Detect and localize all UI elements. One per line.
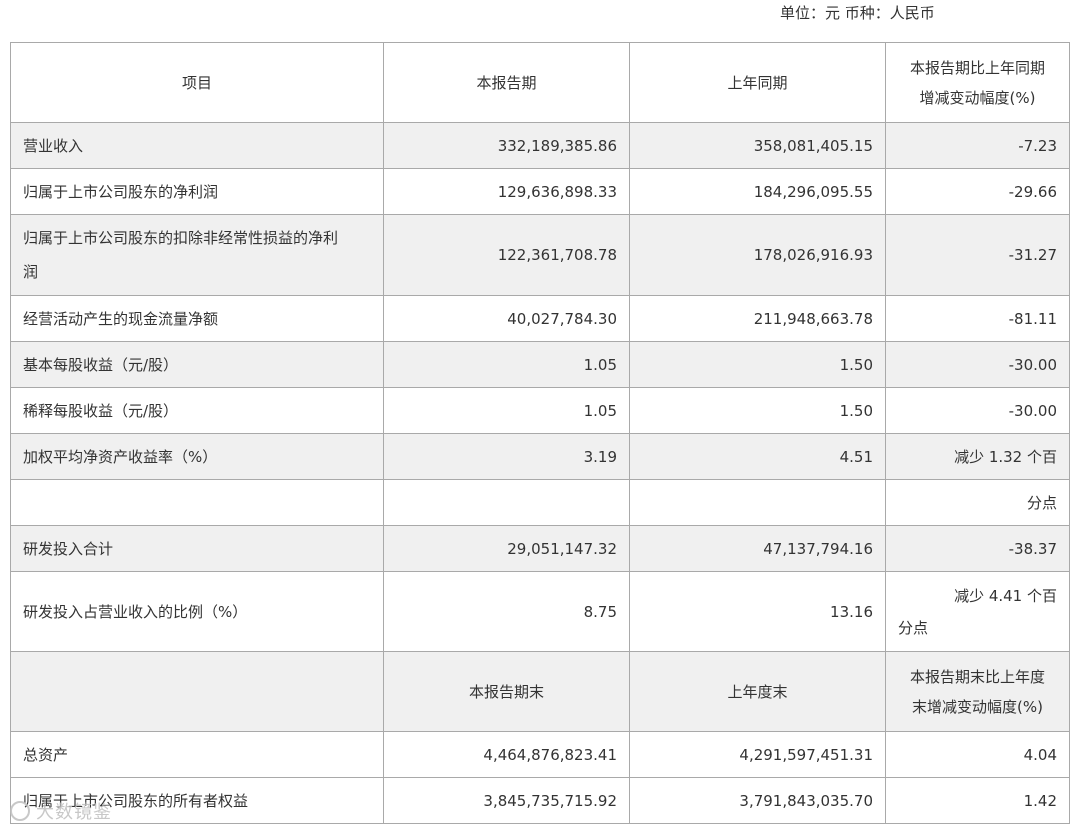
cell-prior: 3,791,843,035.70	[629, 777, 886, 824]
cell-change: -29.66	[885, 168, 1070, 215]
header-prior-period: 上年同期	[629, 42, 886, 123]
table-subheader-row: 本报告期末 上年度末 本报告期末比上年度 末增减变动幅度(%)	[10, 651, 1070, 732]
cell-current: 129,636,898.33	[383, 168, 630, 215]
subheader-item	[10, 651, 384, 732]
row-label: 稀释每股收益（元/股）	[10, 387, 384, 434]
table-row: 稀释每股收益（元/股） 1.05 1.50 -30.00	[10, 387, 1070, 434]
cell-prior: 211,948,663.78	[629, 295, 886, 342]
header-change: 本报告期比上年同期 增减变动幅度(%)	[885, 42, 1070, 123]
cell-current: 1.05	[383, 387, 630, 434]
cell-current: 332,189,385.86	[383, 122, 630, 169]
cell-current: 3,845,735,715.92	[383, 777, 630, 824]
header-item: 项目	[10, 42, 384, 123]
cell-change: -30.00	[885, 341, 1070, 388]
table-row: 研发投入占营业收入的比例（%） 8.75 13.16 减少 4.41 个百 分点	[10, 571, 1070, 652]
row-label: 基本每股收益（元/股）	[10, 341, 384, 388]
cell-change-continuation: 分点	[885, 479, 1070, 526]
table-row: 基本每股收益（元/股） 1.05 1.50 -30.00	[10, 341, 1070, 388]
financial-data-table: 项目 本报告期 上年同期 本报告期比上年同期 增减变动幅度(%) 营业收入 33…	[10, 42, 1070, 824]
row-label: 研发投入占营业收入的比例（%）	[10, 571, 384, 652]
row-label: 加权平均净资产收益率（%）	[10, 433, 384, 480]
cell-change: -31.27	[885, 214, 1070, 296]
table-row: 归属于上市公司股东的净利润 129,636,898.33 184,296,095…	[10, 168, 1070, 215]
cell-change: 减少 1.32 个百	[885, 433, 1070, 480]
empty-cell	[10, 479, 384, 526]
cell-change-line1: 减少 4.41 个百	[954, 586, 1057, 605]
table-row: 总资产 4,464,876,823.41 4,291,597,451.31 4.…	[10, 731, 1070, 778]
row-label-line1: 归属于上市公司股东的扣除非经常性损益的净利	[23, 229, 339, 247]
cell-current: 40,027,784.30	[383, 295, 630, 342]
cell-change: -7.23	[885, 122, 1070, 169]
row-label: 归属于上市公司股东的扣除非经常性损益的净利 润	[10, 214, 384, 296]
subheader-change-line1: 本报告期末比上年度	[909, 667, 1045, 686]
cell-current: 29,051,147.32	[383, 525, 630, 572]
row-label: 营业收入	[10, 122, 384, 169]
cell-prior: 358,081,405.15	[629, 122, 886, 169]
cell-change: -30.00	[885, 387, 1070, 434]
cell-current: 8.75	[383, 571, 630, 652]
table-row: 经营活动产生的现金流量净额 40,027,784.30 211,948,663.…	[10, 295, 1070, 342]
cell-change: 减少 4.41 个百 分点	[885, 571, 1070, 652]
row-label: 研发投入合计	[10, 525, 384, 572]
cell-change: 4.04	[885, 731, 1070, 778]
cell-current: 3.19	[383, 433, 630, 480]
cell-current: 122,361,708.78	[383, 214, 630, 296]
cell-change: 1.42	[885, 777, 1070, 824]
table-row: 归属于上市公司股东的扣除非经常性损益的净利 润 122,361,708.78 1…	[10, 214, 1070, 296]
watermark: 大数镜鉴	[10, 798, 112, 824]
table-row: 归属于上市公司股东的所有者权益 3,845,735,715.92 3,791,8…	[10, 777, 1070, 824]
subheader-prior-year-end: 上年度末	[629, 651, 886, 732]
row-label: 经营活动产生的现金流量净额	[10, 295, 384, 342]
cell-prior: 1.50	[629, 387, 886, 434]
table-header-row: 项目 本报告期 上年同期 本报告期比上年同期 增减变动幅度(%)	[10, 42, 1070, 123]
cell-change-line2: 分点	[898, 618, 929, 637]
subheader-current-period-end: 本报告期末	[383, 651, 630, 732]
cell-change: -38.37	[885, 525, 1070, 572]
cell-current: 4,464,876,823.41	[383, 731, 630, 778]
unit-currency-note: 单位：元 币种：人民币	[780, 4, 935, 22]
cell-prior: 47,137,794.16	[629, 525, 886, 572]
header-change-line1: 本报告期比上年同期	[909, 58, 1045, 77]
cell-prior: 178,026,916.93	[629, 214, 886, 296]
subheader-change-line2: 末增减变动幅度(%)	[912, 697, 1043, 716]
cell-prior: 1.50	[629, 341, 886, 388]
table-row: 营业收入 332,189,385.86 358,081,405.15 -7.23	[10, 122, 1070, 169]
cell-current: 1.05	[383, 341, 630, 388]
watermark-text: 大数镜鉴	[36, 802, 112, 823]
header-change-line2: 增减变动幅度(%)	[919, 88, 1036, 107]
watermark-logo-icon	[10, 801, 30, 821]
cell-prior: 4,291,597,451.31	[629, 731, 886, 778]
table-row-continuation: 分点	[10, 479, 1070, 526]
cell-change: -81.11	[885, 295, 1070, 342]
table-row: 加权平均净资产收益率（%） 3.19 4.51 减少 1.32 个百	[10, 433, 1070, 480]
cell-prior: 4.51	[629, 433, 886, 480]
row-label: 总资产	[10, 731, 384, 778]
cell-prior: 184,296,095.55	[629, 168, 886, 215]
subheader-change: 本报告期末比上年度 末增减变动幅度(%)	[885, 651, 1070, 732]
header-current-period: 本报告期	[383, 42, 630, 123]
empty-cell	[629, 479, 886, 526]
cell-prior: 13.16	[629, 571, 886, 652]
table-row: 研发投入合计 29,051,147.32 47,137,794.16 -38.3…	[10, 525, 1070, 572]
row-label-line2: 润	[23, 263, 39, 281]
empty-cell	[383, 479, 630, 526]
row-label: 归属于上市公司股东的净利润	[10, 168, 384, 215]
